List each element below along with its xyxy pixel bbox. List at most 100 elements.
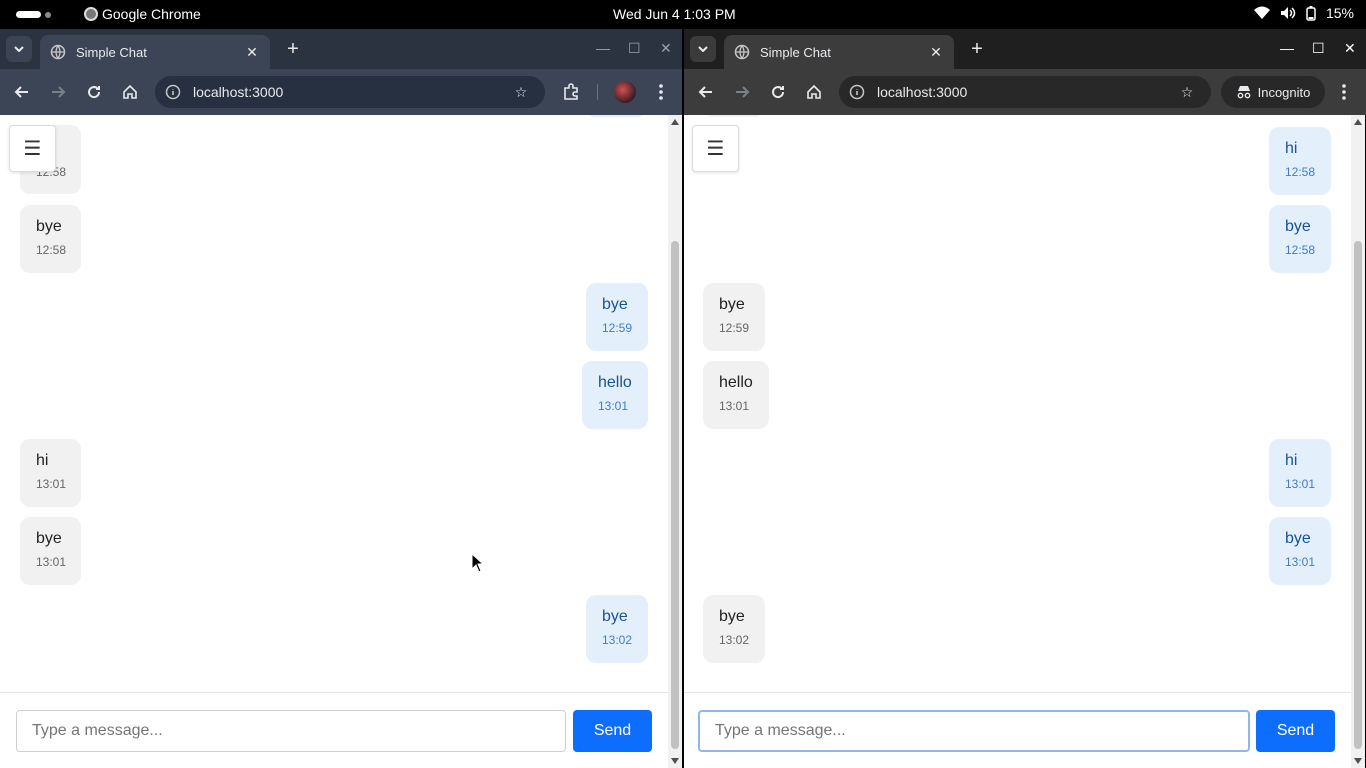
message-bubble-partial: [585, 115, 647, 117]
reload-button[interactable]: [766, 80, 790, 104]
message-time: 13:01: [598, 399, 629, 413]
browser-toolbar: localhost:3000 ☆ Incognito: [684, 69, 1366, 115]
tab-simple-chat[interactable]: Simple Chat ✕: [724, 35, 954, 69]
hamburger-menu-button[interactable]: ☰: [692, 125, 739, 172]
message-bubble: bye 13:02: [703, 595, 765, 663]
message-text: hello: [719, 374, 753, 391]
message-bubble: hi 13:01: [20, 439, 81, 507]
close-tab-icon[interactable]: ✕: [928, 44, 944, 60]
workspace-indicator[interactable]: [16, 11, 41, 18]
minimize-button[interactable]: —: [1280, 40, 1294, 56]
maximize-button[interactable]: ☐: [628, 40, 641, 57]
hamburger-menu-button[interactable]: ☰: [9, 125, 56, 172]
send-button[interactable]: Send: [1256, 710, 1335, 752]
workspace-dot[interactable]: [45, 12, 51, 18]
home-button[interactable]: [118, 80, 142, 104]
profile-avatar[interactable]: [614, 81, 636, 103]
scroll-up-arrow-icon[interactable]: [671, 119, 679, 125]
forward-button[interactable]: [730, 80, 754, 104]
message-text: bye: [602, 608, 628, 625]
message-input[interactable]: [698, 710, 1250, 752]
maximize-button[interactable]: ☐: [1312, 40, 1325, 57]
incognito-badge[interactable]: Incognito: [1221, 76, 1325, 108]
page-scrollbar[interactable]: [1351, 115, 1365, 768]
message-time: 13:01: [1285, 555, 1316, 569]
more-menu-button[interactable]: [649, 80, 673, 104]
forward-button[interactable]: [46, 80, 70, 104]
wifi-icon: [1253, 6, 1270, 19]
message-time: 13:01: [36, 555, 67, 569]
message-bubble: bye 12:58: [1269, 205, 1331, 273]
scrollbar-thumb[interactable]: [1354, 241, 1362, 749]
message-time: 12:58: [36, 243, 67, 257]
more-menu-button[interactable]: [1332, 80, 1356, 104]
forward-arrow-icon: [52, 86, 66, 98]
incognito-icon: [1237, 86, 1251, 99]
send-button[interactable]: Send: [573, 710, 652, 752]
message-time: 12:59: [602, 321, 633, 335]
system-status[interactable]: 15%: [1253, 5, 1354, 21]
tab-search-button[interactable]: [6, 36, 32, 62]
message-time: 13:02: [719, 633, 750, 647]
reload-button[interactable]: [82, 80, 106, 104]
kebab-menu-icon: [659, 84, 663, 100]
message-text: bye: [36, 218, 62, 235]
home-icon: [807, 84, 821, 99]
tab-strip: Simple Chat ✕ + — ☐ ✕: [0, 29, 682, 69]
message-text: bye: [1285, 218, 1311, 235]
url-text: localhost:3000: [193, 84, 284, 100]
scroll-down-arrow-icon[interactable]: [1354, 758, 1362, 764]
message-input[interactable]: [16, 710, 566, 752]
message-text: bye: [36, 530, 62, 547]
chat-viewport: ☰ 12:58 bye 12:58 bye 12:59 hello 13:01 …: [0, 115, 668, 768]
address-bar[interactable]: localhost:3000 ☆: [155, 76, 545, 108]
browser-window-right-incognito: Simple Chat ✕ + — ☐ ✕ localhost:3000 ☆ I…: [684, 29, 1366, 768]
message-text: bye: [602, 296, 628, 313]
os-top-bar: Google Chrome Wed Jun 4 1:03 PM 15%: [0, 0, 1366, 29]
bookmark-star-icon[interactable]: ☆: [1175, 80, 1199, 104]
home-button[interactable]: [802, 80, 826, 104]
back-button[interactable]: [10, 80, 34, 104]
bookmark-star-icon[interactable]: ☆: [509, 80, 533, 104]
page-scrollbar[interactable]: [668, 115, 682, 768]
chevron-down-icon: [14, 46, 24, 52]
globe-icon: [50, 44, 66, 60]
tab-simple-chat[interactable]: Simple Chat ✕: [40, 35, 270, 69]
toolbar-separator: [597, 84, 598, 100]
new-tab-button[interactable]: +: [282, 38, 304, 60]
message-bubble: bye 12:59: [586, 283, 648, 351]
scrollbar-thumb[interactable]: [671, 241, 679, 749]
extensions-button[interactable]: [559, 80, 583, 104]
hamburger-icon: ☰: [706, 138, 725, 160]
forward-arrow-icon: [736, 86, 750, 98]
message-bubble: hello 13:01: [703, 361, 769, 429]
address-bar[interactable]: localhost:3000 ☆: [839, 76, 1211, 108]
back-button[interactable]: [694, 80, 718, 104]
message-bubble: bye 13:01: [20, 517, 81, 585]
message-text: hello: [598, 374, 632, 391]
active-app[interactable]: Google Chrome: [84, 6, 201, 22]
scroll-up-arrow-icon[interactable]: [1354, 119, 1362, 125]
reload-icon: [88, 86, 101, 99]
message-composer: Send: [0, 692, 668, 768]
message-time: 13:02: [602, 633, 633, 647]
message-bubble: hi 12:58: [1269, 127, 1331, 195]
message-bubble: bye 13:02: [586, 595, 648, 663]
back-arrow-icon: [14, 86, 28, 98]
active-app-label: Google Chrome: [102, 6, 201, 22]
tab-search-button[interactable]: [690, 36, 716, 62]
battery-icon: [1306, 5, 1316, 21]
minimize-button[interactable]: —: [596, 40, 610, 56]
close-tab-icon[interactable]: ✕: [244, 44, 260, 60]
message-bubble-partial: [703, 115, 765, 117]
message-time: 12:58: [1285, 165, 1316, 179]
close-window-button[interactable]: ✕: [660, 40, 672, 57]
scroll-down-arrow-icon[interactable]: [671, 758, 679, 764]
message-time: 12:59: [719, 321, 750, 335]
browser-toolbar: localhost:3000 ☆: [0, 69, 682, 115]
message-text: bye: [1285, 530, 1311, 547]
clock[interactable]: Wed Jun 4 1:03 PM: [613, 6, 736, 22]
new-tab-button[interactable]: +: [966, 38, 988, 60]
url-text: localhost:3000: [877, 84, 968, 100]
close-window-button[interactable]: ✕: [1344, 40, 1356, 57]
